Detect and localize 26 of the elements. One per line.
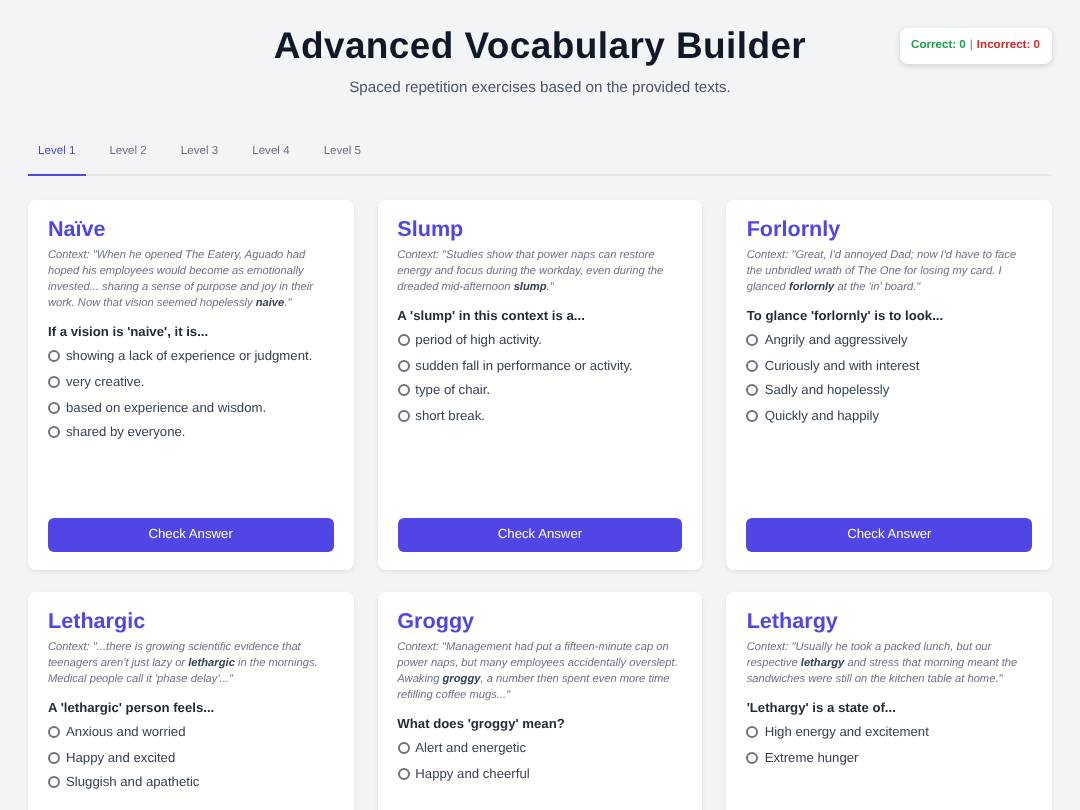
radio-button[interactable]	[746, 334, 759, 347]
vocabulary-word: Naïve	[48, 218, 108, 242]
radio-button[interactable]	[48, 776, 60, 789]
radio-button[interactable]	[48, 350, 60, 363]
radio-button[interactable]	[746, 409, 759, 422]
vocabulary-word: Forlornly	[746, 218, 843, 242]
radio-button[interactable]	[48, 426, 60, 439]
radio-button[interactable]	[397, 334, 410, 347]
radio-button[interactable]	[48, 751, 60, 764]
radio-button[interactable]	[397, 409, 410, 422]
page-title: Advanced Vocabulary Builder	[273, 24, 807, 68]
radio-button[interactable]	[397, 742, 410, 755]
radio-button[interactable]	[746, 751, 759, 764]
radio-button[interactable]	[746, 726, 759, 739]
vocabulary-word: Groggy	[397, 610, 477, 634]
radio-button[interactable]	[397, 767, 410, 780]
radio-button[interactable]	[397, 359, 410, 372]
vocabulary-word: Lethargic	[48, 610, 148, 634]
radio-button[interactable]	[48, 401, 60, 414]
radio-button[interactable]	[397, 384, 410, 397]
radio-button[interactable]	[48, 375, 60, 388]
radio-button[interactable]	[746, 359, 759, 372]
vocabulary-word: Slump	[397, 218, 466, 242]
vocabulary-word: Lethargy	[746, 610, 840, 634]
radio-button[interactable]	[746, 384, 759, 397]
radio-button[interactable]	[48, 726, 60, 739]
